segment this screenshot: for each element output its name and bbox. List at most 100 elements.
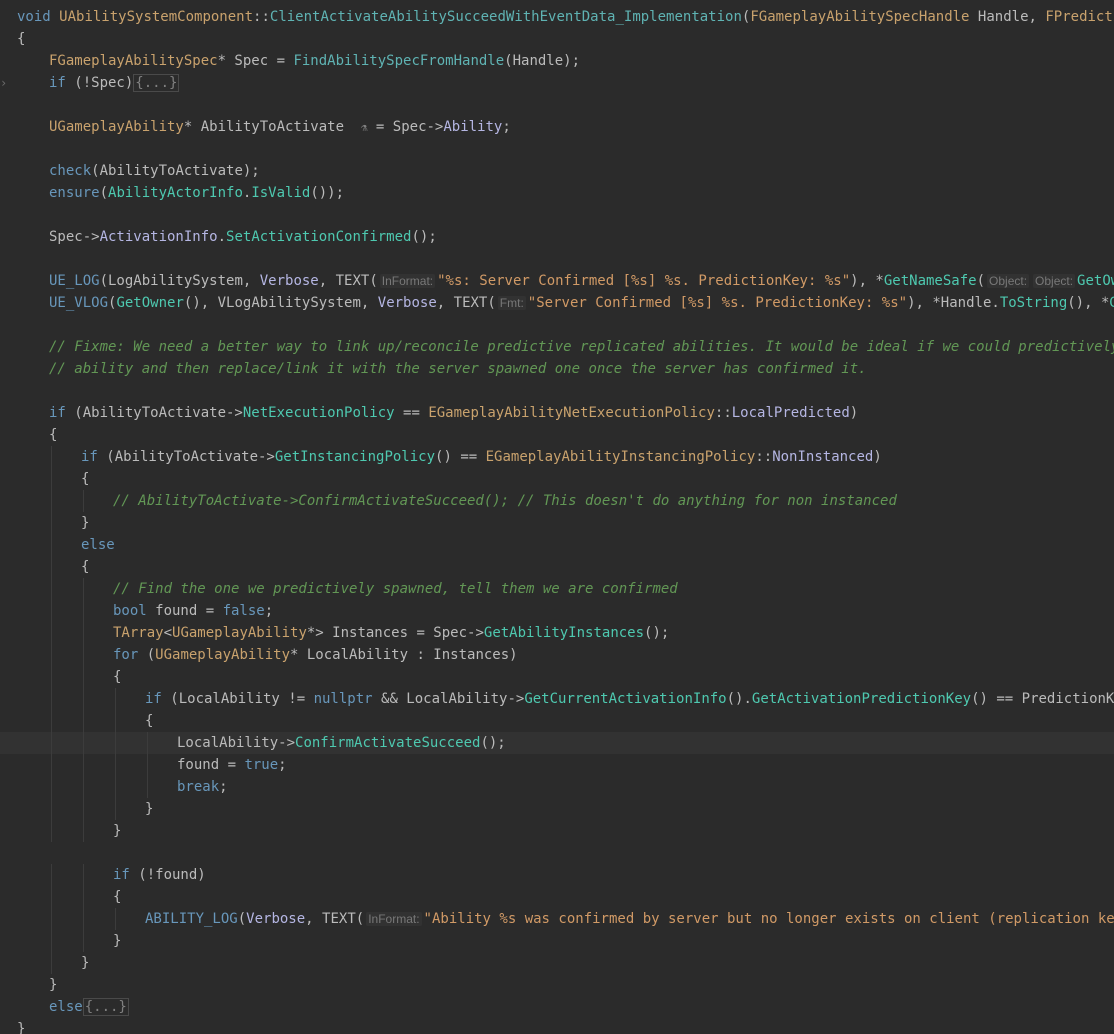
code-text: } bbox=[49, 974, 57, 996]
code-line[interactable]: found = true; bbox=[0, 754, 1114, 776]
indent-guide bbox=[83, 908, 84, 930]
code-token: . bbox=[217, 229, 227, 245]
code-token: ), *Handle. bbox=[907, 295, 1000, 311]
code-line[interactable]: void UAbilitySystemComponent::ClientActi… bbox=[0, 6, 1114, 28]
code-token: TArray bbox=[113, 625, 164, 641]
indent-guide bbox=[51, 908, 52, 930]
code-line[interactable]: { bbox=[0, 28, 1114, 50]
code-line[interactable]: // Fixme: We need a better way to link u… bbox=[0, 336, 1114, 358]
code-token: :: bbox=[253, 9, 270, 25]
parameter-hint: Object: bbox=[1033, 274, 1076, 288]
code-line[interactable]: } bbox=[0, 798, 1114, 820]
code-line[interactable]: } bbox=[0, 952, 1114, 974]
indent-guide bbox=[51, 798, 52, 820]
indent-guide bbox=[51, 952, 52, 974]
code-text: LocalAbility->ConfirmActivateSucceed(); bbox=[177, 732, 506, 754]
code-token: UGameplayAbility bbox=[49, 119, 184, 135]
code-token: ( bbox=[99, 185, 109, 201]
code-editor[interactable]: void UAbilitySystemComponent::ClientActi… bbox=[0, 0, 1114, 1034]
code-line[interactable]: } bbox=[0, 1018, 1114, 1034]
parameter-hint: Fmt: bbox=[497, 296, 526, 310]
code-token: for bbox=[113, 647, 139, 663]
code-line[interactable]: ABILITY_LOG(Verbose, TEXT(InFormat: "Abil… bbox=[0, 908, 1114, 930]
code-token: ()); bbox=[310, 185, 345, 201]
code-line[interactable]: if (!found) bbox=[0, 864, 1114, 886]
code-line[interactable]: › if (!Spec) {...} bbox=[0, 72, 1114, 94]
code-token: * LocalAbility : Instances) bbox=[290, 647, 518, 663]
code-token: Verbose bbox=[259, 273, 319, 289]
code-token: check bbox=[49, 163, 92, 179]
code-line[interactable] bbox=[0, 138, 1114, 160]
code-line[interactable]: { bbox=[0, 424, 1114, 446]
code-line[interactable]: } bbox=[0, 820, 1114, 842]
code-line[interactable]: LocalAbility->ConfirmActivateSucceed(); bbox=[0, 732, 1114, 754]
code-text: { bbox=[113, 886, 121, 908]
code-line[interactable]: FGameplayAbilitySpec* Spec = FindAbility… bbox=[0, 50, 1114, 72]
code-line[interactable]: else {...} bbox=[0, 996, 1114, 1018]
code-line[interactable]: // ability and then replace/link it with… bbox=[0, 358, 1114, 380]
code-line[interactable]: // Find the one we predictively spawned,… bbox=[0, 578, 1114, 600]
code-line[interactable]: } bbox=[0, 512, 1114, 534]
code-token: () == bbox=[435, 449, 486, 465]
code-line[interactable]: { bbox=[0, 468, 1114, 490]
code-line[interactable] bbox=[0, 248, 1114, 270]
code-line[interactable]: { bbox=[0, 666, 1114, 688]
code-token: :: bbox=[755, 449, 773, 465]
code-line[interactable]: check(AbilityToActivate); bbox=[0, 160, 1114, 182]
code-text: } bbox=[113, 820, 121, 842]
code-line[interactable]: UE_LOG(LogAbilitySystem, Verbose, TEXT(I… bbox=[0, 270, 1114, 292]
code-line[interactable] bbox=[0, 842, 1114, 864]
code-token: SetActivationConfirmed bbox=[226, 229, 412, 245]
folded-region[interactable]: {...} bbox=[82, 998, 129, 1016]
code-line[interactable]: UE_VLOG(GetOwner(), VLogAbilitySystem, V… bbox=[0, 292, 1114, 314]
code-line[interactable]: } bbox=[0, 930, 1114, 952]
code-line[interactable]: ensure(AbilityActorInfo.IsValid()); bbox=[0, 182, 1114, 204]
code-text: { bbox=[17, 28, 25, 50]
code-token: ; bbox=[219, 779, 228, 795]
code-token: GetAbilityInstances bbox=[483, 625, 645, 641]
code-line[interactable]: else bbox=[0, 534, 1114, 556]
code-line[interactable]: TArray<UGameplayAbility*> Instances = Sp… bbox=[0, 622, 1114, 644]
code-token: ( bbox=[976, 273, 986, 289]
fold-toggle-icon[interactable]: › bbox=[0, 72, 10, 94]
indent-guide bbox=[51, 622, 52, 644]
code-line[interactable] bbox=[0, 94, 1114, 116]
code-line[interactable] bbox=[0, 204, 1114, 226]
indent-guide bbox=[51, 732, 52, 754]
code-line[interactable]: if (AbilityToActivate->NetExecutionPolic… bbox=[0, 402, 1114, 424]
code-text: UE_VLOG(GetOwner(), VLogAbilitySystem, V… bbox=[49, 292, 1114, 314]
code-line[interactable]: { bbox=[0, 710, 1114, 732]
indent-guide bbox=[51, 688, 52, 710]
code-token: GetNameSafe bbox=[883, 273, 977, 289]
indent-guide bbox=[51, 534, 52, 556]
code-token: } bbox=[113, 933, 122, 949]
code-text: if (AbilityToActivate->NetExecutionPolic… bbox=[49, 402, 858, 424]
code-token: else bbox=[81, 537, 115, 553]
code-text: FGameplayAbilitySpec* Spec = FindAbility… bbox=[49, 50, 580, 72]
code-line[interactable] bbox=[0, 380, 1114, 402]
code-token: break bbox=[177, 779, 220, 795]
code-text: bool found = false; bbox=[113, 600, 273, 622]
code-line[interactable]: // AbilityToActivate->ConfirmActivateSuc… bbox=[0, 490, 1114, 512]
code-line[interactable]: Spec->ActivationInfo.SetActivationConfir… bbox=[0, 226, 1114, 248]
code-line[interactable]: UGameplayAbility* AbilityToActivate ⚗ = … bbox=[0, 116, 1114, 138]
code-token: if bbox=[81, 449, 98, 465]
code-line[interactable]: break; bbox=[0, 776, 1114, 798]
code-line[interactable]: } bbox=[0, 974, 1114, 996]
code-line[interactable] bbox=[0, 314, 1114, 336]
code-line[interactable]: if (AbilityToActivate->GetInstancingPoli… bbox=[0, 446, 1114, 468]
code-text: { bbox=[81, 468, 89, 490]
code-token: IsValid bbox=[251, 185, 311, 201]
folded-region[interactable]: {...} bbox=[133, 74, 180, 92]
indent-guide bbox=[83, 732, 84, 754]
code-text: ABILITY_LOG(Verbose, TEXT(InFormat: "Abil… bbox=[145, 908, 1114, 930]
code-line[interactable]: for (UGameplayAbility* LocalAbility : In… bbox=[0, 644, 1114, 666]
code-line[interactable]: if (LocalAbility != nullptr && LocalAbil… bbox=[0, 688, 1114, 710]
code-token: ActivationInfo bbox=[99, 229, 218, 245]
code-line[interactable]: { bbox=[0, 556, 1114, 578]
code-line[interactable]: { bbox=[0, 886, 1114, 908]
code-token: (), * bbox=[1067, 295, 1110, 311]
indent-guide bbox=[115, 732, 116, 754]
code-line[interactable]: bool found = false; bbox=[0, 600, 1114, 622]
